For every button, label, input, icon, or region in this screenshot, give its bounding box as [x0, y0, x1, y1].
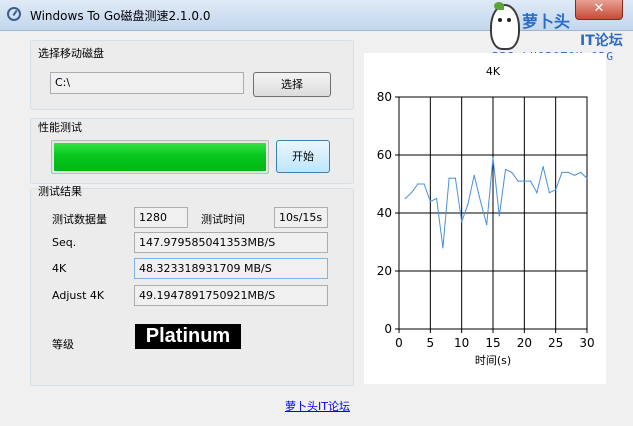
logo-name: 萝卜头 — [522, 12, 571, 31]
logo-subtitle: IT论坛 — [580, 33, 623, 49]
y-tick-label: 0 — [384, 322, 392, 336]
data-point — [530, 180, 532, 182]
data-point — [548, 192, 550, 194]
x-tick-label: 10 — [454, 336, 469, 350]
data-point — [492, 157, 494, 159]
x-tick-label: 25 — [548, 336, 563, 350]
data-point — [580, 171, 582, 173]
seq-value: 147.979585041353MB/S — [134, 232, 328, 253]
drive-group-label: 选择移动磁盘 — [38, 47, 104, 60]
data-point — [410, 192, 413, 194]
data-point — [555, 189, 557, 191]
data-point — [404, 197, 406, 200]
x-tick-label: 20 — [517, 336, 532, 350]
grade-badge: Platinum — [135, 324, 241, 349]
x-axis-label: 时间(s) — [475, 354, 511, 367]
data-point — [567, 171, 569, 173]
y-tick-label: 60 — [377, 148, 392, 162]
data-point — [517, 180, 519, 182]
x-tick-label: 0 — [395, 336, 403, 350]
data-point — [442, 247, 444, 249]
data-point — [423, 183, 425, 185]
data-point — [504, 168, 507, 171]
x-tick-label: 15 — [485, 336, 500, 350]
data-point — [536, 192, 538, 194]
data-point — [429, 200, 431, 202]
data-point — [473, 174, 475, 176]
mascot-eye — [498, 18, 502, 22]
data-point — [511, 171, 513, 173]
y-tick-label: 80 — [377, 90, 392, 104]
k4-value: 48.323318931709 MB/S — [134, 258, 328, 279]
window-title: Windows To Go磁盘测速2.1.0.0 — [30, 9, 211, 23]
start-button[interactable]: 开始 — [276, 140, 330, 173]
test-progress-bar — [51, 140, 269, 174]
data-point — [454, 177, 456, 179]
progress-fill — [54, 143, 266, 171]
k4-label: 4K — [52, 262, 67, 275]
mascot-eye — [507, 18, 511, 22]
data-point — [467, 203, 469, 205]
data-point — [573, 174, 576, 176]
data-point — [461, 221, 463, 223]
data-point — [486, 224, 488, 226]
speedometer-icon — [7, 7, 21, 21]
x-tick-label: 5 — [427, 336, 435, 350]
x-tick-label: 30 — [579, 336, 594, 350]
y-tick-label: 20 — [377, 264, 392, 278]
y-tick-label: 40 — [377, 206, 392, 220]
data-point — [561, 171, 563, 173]
data-point — [542, 166, 544, 168]
series-line — [404, 157, 588, 248]
select-drive-button[interactable]: 选择 — [253, 72, 331, 97]
grade-label: 等级 — [52, 338, 74, 351]
data-point — [586, 177, 588, 179]
data-point — [523, 180, 525, 182]
forum-link[interactable]: 萝卜头IT论坛 — [285, 398, 350, 414]
drive-path-field[interactable]: C:\ — [50, 72, 244, 94]
data-point — [498, 215, 500, 217]
adjust-4k-value: 49.1947891750921MB/S — [134, 285, 328, 306]
data-size-value: 1280 — [134, 207, 188, 228]
data-point — [448, 177, 450, 179]
data-size-label: 测试数据量 — [52, 213, 107, 226]
data-point — [479, 200, 482, 202]
radish-mascot-icon — [490, 4, 520, 50]
test-time-value: 10s/15s — [274, 207, 328, 228]
leaf-icon — [494, 2, 504, 10]
perf-group-label: 性能测试 — [38, 121, 82, 134]
chart-panel: 4K 0 5 10 15 20 25 30 0 20 40 60 80 时间(s) — [364, 53, 606, 384]
data-point — [436, 197, 438, 200]
4k-line-chart: 4K 0 5 10 15 20 25 30 0 20 40 60 80 时间(s) — [377, 65, 595, 367]
results-group-label: 测试结果 — [38, 185, 82, 198]
test-time-label: 测试时间 — [201, 213, 245, 226]
seq-label: Seq. — [52, 236, 77, 249]
adjust-4k-label: Adjust 4K — [52, 289, 105, 302]
chart-title: 4K — [486, 65, 501, 78]
data-point — [417, 183, 419, 185]
